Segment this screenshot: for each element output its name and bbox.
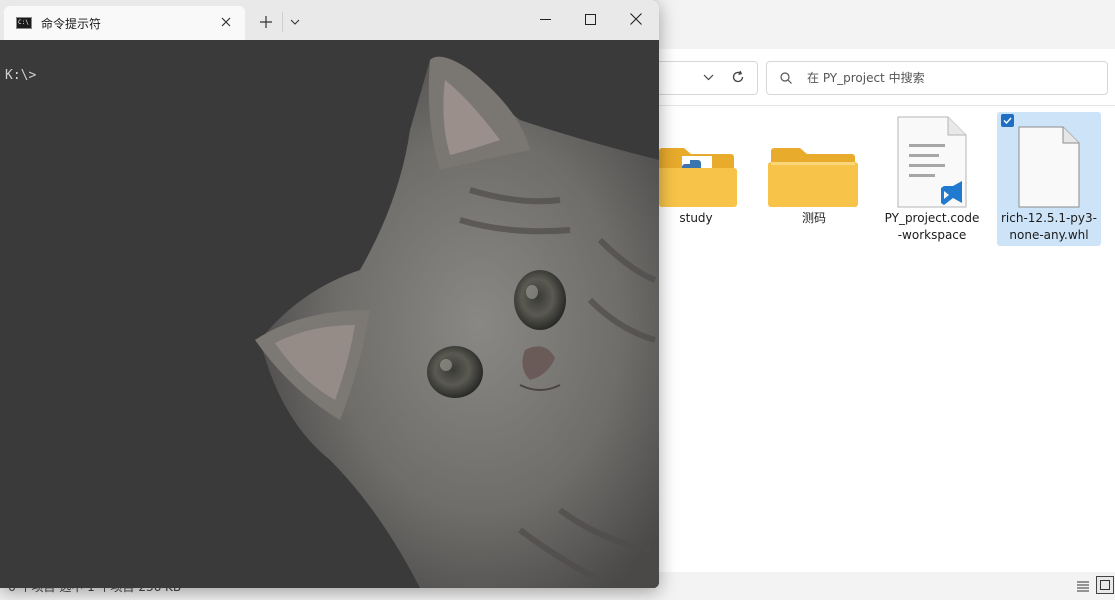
file-item-whl[interactable]: rich-12.5.1-py3-none-any.whl xyxy=(997,112,1101,246)
refresh-icon[interactable] xyxy=(727,66,749,88)
file-name: study xyxy=(679,211,713,225)
selection-checkbox[interactable] xyxy=(1001,114,1014,127)
file-name: 测码 xyxy=(801,211,826,225)
search-box[interactable] xyxy=(766,61,1108,95)
command-prompt-icon: C:\ xyxy=(16,17,32,29)
search-icon xyxy=(780,72,792,84)
vscode-workspace-file-icon xyxy=(897,116,967,208)
search-input[interactable] xyxy=(807,71,1087,85)
tab-command-prompt[interactable]: C:\ 命令提示符 xyxy=(4,6,245,40)
details-view-icon[interactable] xyxy=(1075,578,1091,594)
terminal-console[interactable]: K:\> xyxy=(0,40,659,588)
chevron-down-icon[interactable] xyxy=(288,15,302,29)
chevron-down-icon[interactable] xyxy=(699,68,717,86)
terminal-window: C:\ 命令提示符 K:\> xyxy=(0,0,659,588)
file-name: rich-12.5.1-py3-none-any.whl xyxy=(1001,211,1097,242)
file-item-workspace[interactable]: PY_project.code-workspace xyxy=(880,112,984,246)
tab-separator xyxy=(282,12,283,32)
folder-python-icon xyxy=(659,148,737,207)
close-icon[interactable] xyxy=(218,14,234,30)
blank-file-icon xyxy=(1018,126,1080,208)
cat-background-image xyxy=(0,40,659,588)
file-name: PY_project.code-workspace xyxy=(884,211,980,242)
minimize-icon[interactable] xyxy=(538,12,552,26)
file-item-study[interactable]: study xyxy=(644,112,748,246)
maximize-icon[interactable] xyxy=(583,12,597,26)
folder-icon xyxy=(768,148,858,207)
tab-title: 命令提示符 xyxy=(41,17,102,31)
plus-icon[interactable] xyxy=(258,14,274,30)
tiles-view-icon[interactable] xyxy=(1096,576,1114,594)
file-item-folder[interactable]: 测码 xyxy=(762,112,866,246)
terminal-title-bar[interactable]: C:\ 命令提示符 xyxy=(0,0,659,40)
close-window-icon[interactable] xyxy=(629,12,643,26)
command-prompt-line: K:\> xyxy=(5,68,37,83)
